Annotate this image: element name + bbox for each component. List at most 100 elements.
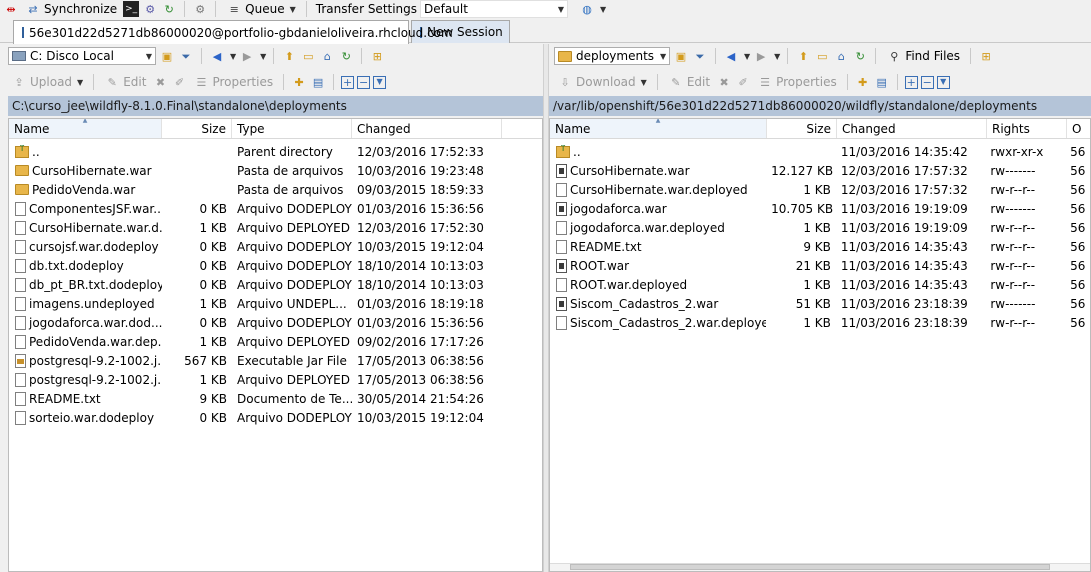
home-icon[interactable]: ⌂ [833, 48, 849, 64]
table-row[interactable]: PedidoVenda.war.dep... 1 KB Arquivo DEPLOY… [9, 332, 542, 351]
forward-arrow-icon[interactable]: ▶ [753, 48, 769, 64]
table-row[interactable]: .. Parent directory 12/03/2016 17:52:33 [9, 142, 542, 161]
table-row[interactable]: jogodaforca.war.dod... 0 KB Arquivo DODEPL… [9, 313, 542, 332]
properties-button[interactable]: ☰ Properties [190, 73, 276, 91]
new-folder-icon[interactable]: ✚ [291, 74, 307, 90]
table-row[interactable]: ROOT.war.deployed 1 KB 11/03/2016 14:35:43… [550, 275, 1090, 294]
transfer-settings-select[interactable]: Default ▼ [420, 0, 569, 18]
table-row[interactable]: ComponentesJSF.war.... 0 KB Arquivo DODEPL… [9, 199, 542, 218]
preferences-icon[interactable]: ⚙ [192, 1, 208, 17]
refresh-icon[interactable]: ↻ [338, 48, 354, 64]
column-header-size[interactable]: Size [767, 119, 837, 138]
remote-file-rows: ..11/03/2016 14:35:42rwxr-xr-x56CursoHib… [550, 139, 1090, 332]
column-header-changed[interactable]: Changed [352, 119, 502, 138]
filter-mask-icon[interactable]: ▼ [373, 75, 387, 89]
filter-mask-icon[interactable]: ▼ [936, 75, 950, 89]
parent-directory-icon[interactable]: ⬆ [281, 48, 297, 64]
table-row[interactable]: CursoHibernate.war Pasta de arquivos 10/03… [9, 161, 542, 180]
new-file-icon[interactable]: ▤ [874, 74, 890, 90]
home-icon[interactable]: ⌂ [319, 48, 335, 64]
scrollbar-thumb[interactable] [570, 564, 1050, 570]
parent-directory-icon[interactable]: ⬆ [795, 48, 811, 64]
table-row[interactable]: README.txt 9 KB 11/03/2016 14:35:43 rw-r--r… [550, 237, 1090, 256]
table-row[interactable]: .. 11/03/2016 14:35:42 rwxr-xr-x 56 [550, 142, 1090, 161]
filter-icon[interactable]: ⏷ [178, 48, 194, 64]
table-row[interactable]: db_pt_BR.txt.dodeploy 0 KB Arquivo DODEPLO… [9, 275, 542, 294]
table-row[interactable]: Siscom_Cadastros_2.war 51 KB 11/03/2016 23… [550, 294, 1090, 313]
table-row[interactable]: jogodaforca.war.deployed 1 KB 11/03/2016 1… [550, 218, 1090, 237]
back-arrow-icon[interactable]: ◀ [209, 48, 225, 64]
deselect-icon[interactable]: − [357, 75, 371, 89]
column-header-changed[interactable]: Changed [837, 119, 987, 138]
local-path-bar[interactable]: C:\curso_jee\wildfly-8.1.0.Final\standal… [8, 96, 543, 116]
column-header-rights[interactable]: Rights [987, 119, 1067, 138]
table-row[interactable]: PedidoVenda.war Pasta de arquivos 09/03/20… [9, 180, 542, 199]
table-row[interactable]: db.txt.dodeploy 0 KB Arquivo DODEPLOY 18/10… [9, 256, 542, 275]
synchronize-button[interactable]: ⇄ Synchronize [22, 0, 120, 18]
table-row[interactable]: CursoHibernate.war 12.127 KB 12/03/2016 17… [550, 161, 1090, 180]
tab-session[interactable]: 56e301d22d5271db86000020@portfolio-gbdan… [13, 20, 453, 44]
remote-file-list[interactable]: Name Size Changed Rights O .. 11/03/2016 … [549, 118, 1091, 572]
file-changed: 11/03/2016 14:35:43 [840, 239, 968, 254]
local-drive-select[interactable]: C: Disco Local ▼ [8, 47, 156, 65]
download-button[interactable]: ⇩ Download ▼ [554, 73, 650, 91]
chevron-down-icon[interactable]: ▼ [774, 52, 780, 61]
forward-arrow-icon[interactable]: ▶ [239, 48, 255, 64]
table-row[interactable]: sorteio.war.dodeploy 0 KB Arquivo DODEPLOY… [9, 408, 542, 427]
column-header-name[interactable]: Name [9, 119, 162, 138]
remote-folder-select[interactable]: deployments ▼ [554, 47, 670, 65]
filter-icon[interactable]: ⏷ [692, 48, 708, 64]
putty-icon[interactable]: ⚙ [142, 1, 158, 17]
table-row[interactable]: postgresql-9.2-1002.j... 1 KB Arquivo DEPL… [9, 370, 542, 389]
chevron-down-icon[interactable]: ▼ [744, 52, 750, 61]
open-folder-icon[interactable]: ▣ [673, 48, 689, 64]
queue-button[interactable]: ≡ Queue ▼ [223, 0, 299, 18]
globe-icon[interactable]: ◍ [579, 1, 595, 17]
table-row[interactable]: Siscom_Cadastros_2.war.deployed 1 KB 11/03… [550, 313, 1090, 332]
compare-directories-icon[interactable]: ⇹ [3, 1, 19, 17]
table-row[interactable]: postgresql-9.2-1002.j... 567 KB Executable… [9, 351, 542, 370]
column-header-size[interactable]: Size [162, 119, 232, 138]
delete-icon[interactable]: ✖ [152, 74, 168, 90]
find-target-icon[interactable]: ⊞ [369, 48, 385, 64]
column-header-name[interactable]: Name [550, 119, 767, 138]
refresh-icon[interactable]: ↻ [852, 48, 868, 64]
table-row[interactable]: imagens.undeployed 1 KB Arquivo UNDEPL... 0… [9, 294, 542, 313]
rename-icon[interactable]: ✐ [735, 74, 751, 90]
root-directory-icon[interactable]: ▭ [300, 48, 316, 64]
new-folder-icon[interactable]: ✚ [855, 74, 871, 90]
find-files-button[interactable]: ⚲ Find Files [883, 47, 963, 65]
horizontal-scrollbar[interactable] [550, 563, 1090, 571]
delete-icon[interactable]: ✖ [716, 74, 732, 90]
root-directory-icon[interactable]: ▭ [814, 48, 830, 64]
deselect-icon[interactable]: − [920, 75, 934, 89]
properties-button[interactable]: ☰ Properties [754, 73, 840, 91]
chevron-down-icon[interactable]: ▼ [230, 52, 236, 61]
table-row[interactable]: CursoHibernate.war.deployed 1 KB 12/03/201… [550, 180, 1090, 199]
console-icon[interactable]: >_ [123, 1, 140, 17]
select-all-icon[interactable]: + [341, 75, 355, 89]
refresh-icon[interactable]: ↻ [161, 1, 177, 17]
upload-button[interactable]: ⇪ Upload ▼ [8, 73, 86, 91]
column-header-type[interactable]: Type [232, 119, 352, 138]
select-all-icon[interactable]: + [904, 75, 918, 89]
table-row[interactable]: cursojsf.war.dodeploy 0 KB Arquivo DODEPLO… [9, 237, 542, 256]
local-file-list-header: Name Size Type Changed [9, 119, 542, 139]
table-row[interactable]: ROOT.war 21 KB 11/03/2016 14:35:43 rw-r--r-… [550, 256, 1090, 275]
file-rights: rw------- [990, 296, 1036, 311]
edit-button[interactable]: ✎ Edit [665, 73, 713, 91]
new-file-icon[interactable]: ▤ [310, 74, 326, 90]
open-folder-icon[interactable]: ▣ [159, 48, 175, 64]
rename-icon[interactable]: ✐ [171, 74, 187, 90]
remote-path-bar[interactable]: /var/lib/openshift/56e301d22d5271db86000… [549, 96, 1091, 116]
table-row[interactable]: README.txt 9 KB Documento de Te... 30/05/20… [9, 389, 542, 408]
local-file-list[interactable]: Name Size Type Changed .. Parent director… [8, 118, 543, 572]
column-header-owner[interactable]: O [1067, 119, 1090, 138]
chevron-down-icon[interactable]: ▼ [260, 52, 266, 61]
chevron-down-icon[interactable]: ▼ [600, 5, 606, 14]
back-arrow-icon[interactable]: ◀ [723, 48, 739, 64]
find-target-icon[interactable]: ⊞ [978, 48, 994, 64]
edit-button[interactable]: ✎ Edit [101, 73, 149, 91]
table-row[interactable]: CursoHibernate.war.d... 1 KB Arquivo DEPLO… [9, 218, 542, 237]
table-row[interactable]: jogodaforca.war 10.705 KB 11/03/2016 19:19… [550, 199, 1090, 218]
